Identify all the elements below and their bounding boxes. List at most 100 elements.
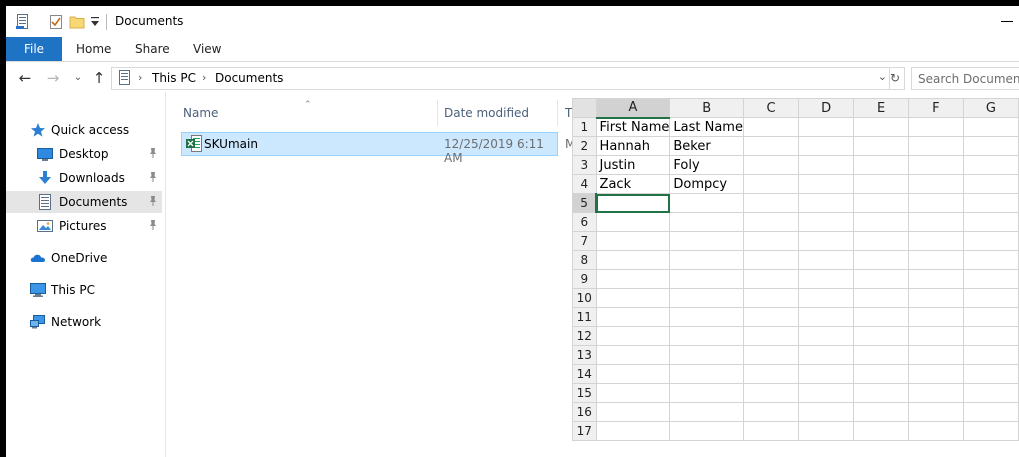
cell[interactable]: [742, 117, 799, 137]
cell[interactable]: [962, 136, 1019, 156]
cell[interactable]: [595, 364, 671, 384]
row-header[interactable]: 17: [572, 421, 597, 441]
cell[interactable]: [595, 326, 671, 346]
cell[interactable]: [742, 212, 799, 232]
cell[interactable]: [742, 231, 799, 251]
sidebar-item-quick-access[interactable]: Quick access: [6, 119, 162, 141]
cell-b2[interactable]: Beker: [669, 136, 744, 156]
column-header-date-modified[interactable]: Date modified: [444, 100, 529, 126]
cell[interactable]: [962, 117, 1019, 137]
active-cell-a5[interactable]: [595, 193, 671, 213]
cell[interactable]: [853, 307, 910, 327]
cell[interactable]: [962, 269, 1019, 289]
cell[interactable]: [595, 307, 671, 327]
cell[interactable]: [595, 250, 671, 270]
cell[interactable]: [853, 174, 910, 194]
cell[interactable]: [962, 155, 1019, 175]
cell[interactable]: [853, 250, 910, 270]
cell[interactable]: [962, 174, 1019, 194]
cell-b1[interactable]: Last Name: [669, 117, 744, 137]
cell[interactable]: [742, 421, 799, 441]
cell[interactable]: [962, 250, 1019, 270]
cell[interactable]: [742, 250, 799, 270]
cell[interactable]: [797, 383, 855, 403]
cell[interactable]: [908, 307, 964, 327]
cell[interactable]: [908, 288, 964, 308]
cell[interactable]: [797, 136, 855, 156]
sidebar-item-network[interactable]: Network: [6, 311, 162, 333]
cell-a2[interactable]: Hannah: [595, 136, 671, 156]
row-header[interactable]: 12: [572, 326, 597, 346]
cell[interactable]: [595, 345, 671, 365]
cell[interactable]: [742, 193, 799, 213]
cell[interactable]: [908, 421, 964, 441]
folder-icon[interactable]: [69, 14, 85, 33]
cell[interactable]: [908, 212, 964, 232]
cell[interactable]: [742, 136, 799, 156]
cell[interactable]: [742, 307, 799, 327]
cell[interactable]: [797, 402, 855, 422]
cell[interactable]: [797, 421, 855, 441]
file-row[interactable]: SKUmain 12/25/2019 6:11 AM: [181, 132, 558, 165]
row-header[interactable]: 8: [572, 250, 597, 270]
cell[interactable]: [962, 383, 1019, 403]
sidebar-item-documents[interactable]: Documents: [6, 191, 162, 213]
cell[interactable]: [853, 364, 910, 384]
pin-icon[interactable]: [146, 170, 160, 184]
column-header-d[interactable]: D: [797, 98, 855, 118]
row-header[interactable]: 13: [572, 345, 597, 365]
column-header-b[interactable]: B: [669, 98, 744, 118]
cell[interactable]: [595, 231, 671, 251]
row-header[interactable]: 14: [572, 364, 597, 384]
sidebar-item-this-pc[interactable]: This PC: [6, 279, 162, 301]
cell[interactable]: [742, 174, 799, 194]
cell-a4[interactable]: Zack: [595, 174, 671, 194]
cell[interactable]: [742, 345, 799, 365]
cell[interactable]: [742, 383, 799, 403]
cell[interactable]: [595, 421, 671, 441]
cell[interactable]: [853, 421, 910, 441]
cell[interactable]: [595, 269, 671, 289]
recent-locations-chevron-icon[interactable]: ⌄: [69, 69, 87, 87]
cell[interactable]: [669, 212, 744, 232]
cell[interactable]: [797, 269, 855, 289]
cell[interactable]: [595, 288, 671, 308]
row-header[interactable]: 5: [572, 193, 598, 213]
tab-file[interactable]: File: [6, 37, 62, 61]
row-header[interactable]: 1: [572, 117, 597, 137]
cell[interactable]: [669, 307, 744, 327]
cell[interactable]: [908, 136, 964, 156]
breadcrumb-documents[interactable]: Documents: [215, 71, 283, 85]
cell[interactable]: [669, 269, 744, 289]
row-header[interactable]: 10: [572, 288, 597, 308]
new-folder-check-icon[interactable]: [48, 14, 64, 33]
cell[interactable]: [908, 383, 964, 403]
cell[interactable]: [908, 231, 964, 251]
cell[interactable]: [669, 250, 744, 270]
row-header[interactable]: 11: [572, 307, 597, 327]
cell[interactable]: [669, 288, 744, 308]
forward-arrow-icon[interactable]: →: [44, 69, 62, 87]
search-input[interactable]: [912, 68, 1019, 88]
tab-view[interactable]: View: [193, 37, 221, 61]
cell[interactable]: [797, 117, 855, 137]
row-header[interactable]: 3: [572, 155, 597, 175]
cell[interactable]: [853, 288, 910, 308]
cell[interactable]: [742, 402, 799, 422]
pin-icon[interactable]: [146, 146, 160, 160]
cell[interactable]: [908, 345, 964, 365]
column-header-name[interactable]: Name: [183, 100, 218, 126]
cell[interactable]: [595, 212, 671, 232]
breadcrumb-chevron-icon[interactable]: ›: [138, 71, 142, 84]
cell[interactable]: [962, 307, 1019, 327]
cell[interactable]: [853, 326, 910, 346]
cell[interactable]: [908, 117, 964, 137]
breadcrumb-chevron-icon[interactable]: ›: [202, 71, 206, 84]
select-all-corner[interactable]: [572, 98, 597, 118]
cell[interactable]: [742, 326, 799, 346]
cell[interactable]: [669, 193, 744, 213]
cell-a3[interactable]: Justin: [595, 155, 671, 175]
customize-dropdown-icon[interactable]: [90, 16, 100, 31]
row-header[interactable]: 16: [572, 402, 597, 422]
cell-b4[interactable]: Dompcy: [669, 174, 744, 194]
